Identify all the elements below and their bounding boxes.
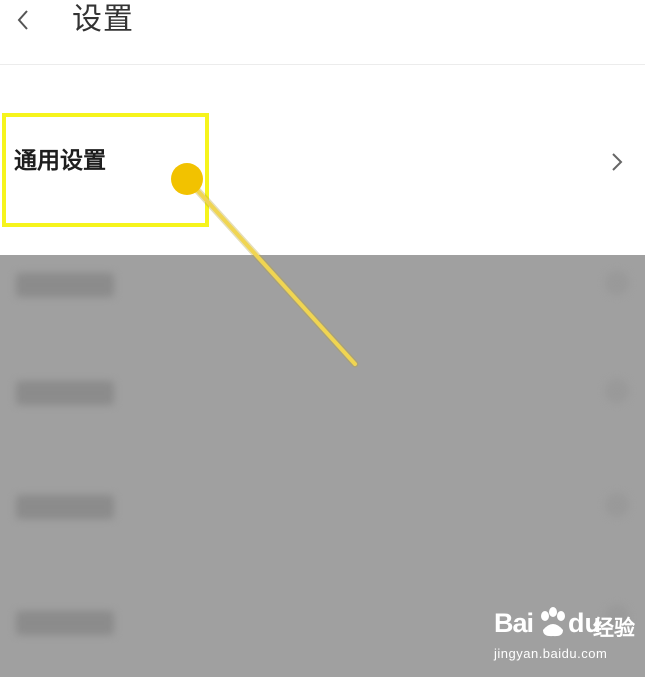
blurred-row [0,477,645,537]
blurred-row [0,255,645,315]
page-title: 设置 [72,2,134,37]
chevron-right-icon [612,153,623,171]
general-settings-row[interactable]: 通用设置 [0,100,645,226]
header-bar: 设置 [0,0,645,65]
dim-overlay [0,255,645,677]
chevron-left-icon [17,10,28,30]
blurred-row [0,589,645,649]
back-button[interactable] [8,2,38,38]
blurred-row [0,363,645,423]
general-settings-label: 通用设置 [14,148,106,174]
